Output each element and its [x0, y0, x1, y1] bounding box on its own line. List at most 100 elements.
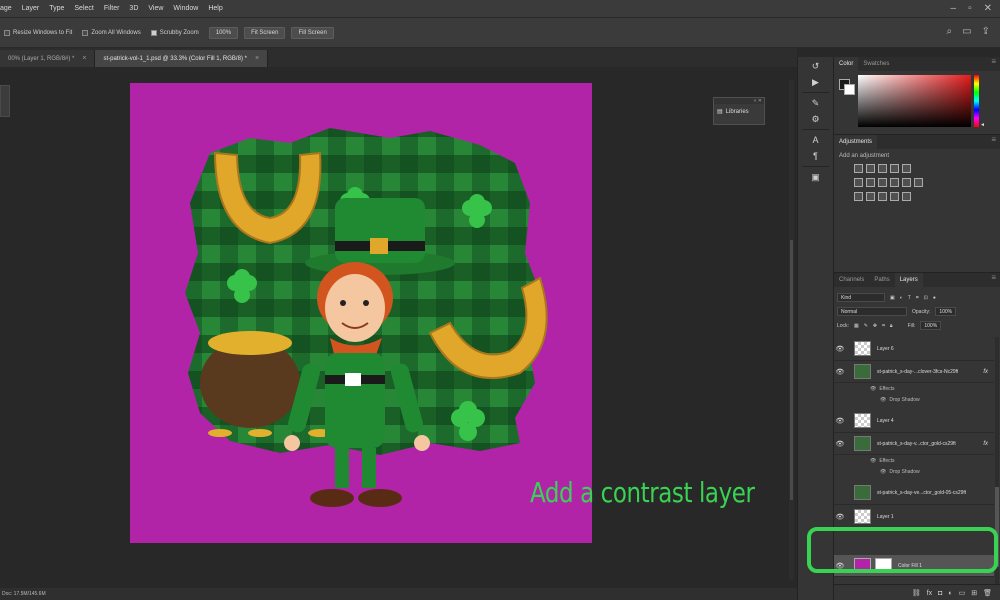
lock-position-icon[interactable]: ✥ [873, 323, 877, 329]
menu-window[interactable]: Window [173, 5, 204, 12]
new-group-icon[interactable]: ▭ [959, 589, 966, 597]
lock-all-icon[interactable]: 🔒︎ [890, 323, 893, 329]
close-button[interactable]: ✕ [984, 3, 992, 14]
fx-menu-icon[interactable]: fx [927, 590, 932, 597]
drop-shadow-eye-icon[interactable]: 👁︎ [880, 469, 886, 475]
visibility-eye-icon[interactable]: 👁︎ [834, 417, 846, 425]
effects-row[interactable]: 👁︎ Effects [870, 386, 895, 392]
history-icon[interactable]: ↺ [806, 59, 826, 73]
add-mask-icon[interactable]: ◘ [938, 590, 942, 597]
fit-screen-button[interactable]: Fit Screen [244, 26, 286, 39]
lock-artboard-icon[interactable]: ⌗ [882, 323, 885, 329]
properties-icon[interactable]: ⚙ [806, 112, 826, 126]
tab-swatches[interactable]: Swatches [858, 57, 894, 71]
actions-play-icon[interactable]: ▶ [806, 75, 826, 89]
paragraph-icon[interactable]: ¶ [806, 149, 826, 163]
layer-row[interactable]: 👁︎ Layer 4 [834, 409, 994, 433]
zoom-all-option[interactable]: Zoom All Windows [82, 29, 141, 36]
tab-document-2[interactable]: st-patrick-vol-1_1.psd @ 33.3% (Color Fi… [95, 50, 269, 67]
canvas-scrollbar[interactable] [789, 80, 794, 580]
brush-icon[interactable]: ✎ [806, 96, 826, 110]
opacity-field[interactable]: 100% [935, 307, 957, 316]
curves-icon[interactable] [878, 164, 887, 173]
tab-adjustments[interactable]: Adjustments [834, 135, 878, 149]
workspace-icon[interactable]: ▭ [962, 26, 971, 37]
close-tab-icon[interactable]: × [255, 55, 259, 62]
posterize-icon[interactable] [866, 192, 875, 201]
menu-select[interactable]: Select [74, 5, 99, 12]
menu-layer[interactable]: Layer [22, 5, 46, 12]
vibrance-icon[interactable] [902, 164, 911, 173]
filter-shape-icon[interactable]: ⌗ [916, 295, 919, 301]
menu-type[interactable]: Type [49, 5, 70, 12]
panel-menu-icon[interactable]: ≡ [991, 57, 996, 66]
close-tab-icon[interactable]: × [82, 55, 86, 62]
effects-row[interactable]: 👁︎ Effects [870, 458, 895, 464]
resize-windows-checkbox[interactable] [4, 29, 10, 36]
libraries-panel[interactable]: « ✕ ▤ Libraries [713, 97, 765, 125]
visibility-eye-icon[interactable]: 👁︎ [834, 368, 846, 376]
restore-button[interactable]: ▫ [968, 3, 972, 14]
filter-pixel-icon[interactable]: ▣ [890, 295, 895, 301]
filter-toggle-icon[interactable]: ● [933, 295, 936, 301]
resize-windows-option[interactable]: Resize Windows to Fit [4, 29, 72, 36]
menu-help[interactable]: Help [208, 5, 228, 12]
kind-filter-select[interactable]: Kind [837, 293, 885, 302]
tab-document-1[interactable]: 00% (Layer 1, RGB/8#) * × [0, 50, 96, 67]
levels-icon[interactable] [866, 164, 875, 173]
scrubby-zoom-checkbox[interactable] [150, 29, 157, 36]
black-white-icon[interactable] [878, 178, 887, 187]
effects-eye-icon[interactable]: 👁︎ [870, 386, 876, 392]
new-adjustment-icon[interactable]: ◐ [948, 590, 952, 597]
layer-row[interactable]: st-patrick_s-day-ve...ctor_gold-05-cs29f… [834, 481, 994, 505]
drop-shadow-row[interactable]: 👁︎ Drop Shadow [880, 469, 920, 475]
hue-saturation-icon[interactable] [854, 178, 863, 187]
visibility-eye-icon[interactable]: 👁︎ [834, 345, 846, 353]
menu-filter[interactable]: Filter [104, 5, 126, 12]
delete-layer-icon[interactable]: 🗑︎ [983, 589, 992, 597]
selective-color-icon[interactable] [902, 192, 911, 201]
minimize-button[interactable]: – [951, 3, 957, 14]
fill-screen-button[interactable]: Fill Screen [291, 26, 334, 39]
zoom-all-checkbox[interactable] [82, 29, 89, 36]
tab-channels[interactable]: Channels [834, 273, 869, 287]
blend-mode-select[interactable]: Normal [837, 307, 907, 316]
collapsed-panel-strip[interactable] [0, 85, 10, 117]
visibility-eye-icon[interactable]: 👁︎ [834, 440, 846, 448]
layer-comps-icon[interactable]: ▣ [806, 170, 826, 184]
tab-color[interactable]: Color [834, 57, 859, 71]
channel-mixer-icon[interactable] [902, 178, 911, 187]
filter-adjust-icon[interactable]: ◐ [900, 295, 903, 301]
menu-image[interactable]: age [0, 5, 18, 12]
share-icon[interactable]: ⇪ [982, 26, 990, 37]
layer-row[interactable]: 👁︎ Layer 6 [834, 337, 994, 361]
character-icon[interactable]: A [806, 133, 826, 147]
menu-3d[interactable]: 3D [129, 5, 144, 12]
gradient-map-icon[interactable] [890, 192, 899, 201]
search-icon[interactable]: ⌕ [947, 26, 953, 37]
scrubby-zoom-option[interactable]: Scrubby Zoom [150, 29, 199, 36]
panel-menu-icon[interactable]: ≡ [991, 135, 996, 144]
lock-image-icon[interactable]: ✎ [864, 323, 868, 329]
zoom-100-button[interactable]: 100% [208, 26, 239, 39]
new-layer-icon[interactable]: ⊞ [971, 589, 977, 597]
color-lookup-icon[interactable] [914, 178, 923, 187]
invert-icon[interactable] [854, 192, 863, 201]
document-canvas[interactable] [130, 83, 592, 543]
panel-menu-icon[interactable]: ≡ [991, 273, 996, 282]
fx-icon[interactable]: fx [983, 441, 988, 447]
drop-shadow-eye-icon[interactable]: 👁︎ [880, 397, 886, 403]
layer-row[interactable]: 👁︎ st-patrick_s-day-...clover-3fcs-Nc29f… [834, 361, 994, 383]
filter-type-icon[interactable]: T [908, 295, 911, 301]
lock-transparent-icon[interactable]: ▦ [854, 323, 859, 329]
color-picker-field[interactable] [858, 75, 971, 127]
scrollbar-thumb[interactable] [790, 240, 793, 500]
layer-row[interactable]: 👁︎ Layer 1 [834, 505, 994, 529]
threshold-icon[interactable] [878, 192, 887, 201]
effects-eye-icon[interactable]: 👁︎ [870, 458, 876, 464]
background-color-swatch[interactable] [844, 84, 855, 95]
link-layers-icon[interactable]: ⛓︎ [912, 589, 921, 597]
brightness-contrast-icon[interactable] [854, 164, 863, 173]
hue-slider[interactable] [974, 75, 979, 127]
tab-paths[interactable]: Paths [869, 273, 894, 287]
